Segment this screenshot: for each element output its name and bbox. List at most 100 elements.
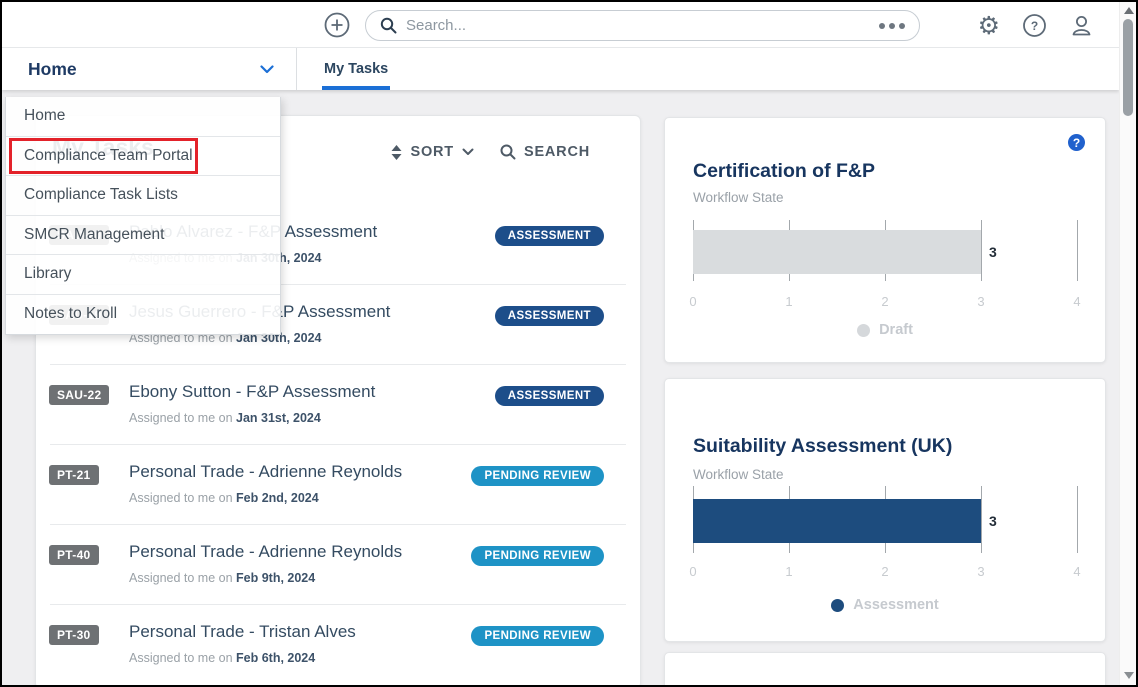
chart-plot-area — [693, 486, 1077, 553]
menu-item-library[interactable]: Library — [6, 255, 280, 295]
svg-text:?: ? — [1031, 19, 1038, 33]
sort-button[interactable]: SORT — [391, 144, 473, 160]
vertical-scrollbar[interactable] — [1119, 2, 1136, 685]
axis-tick-label: 1 — [785, 294, 792, 309]
task-status-badge: ASSESSMENT — [495, 226, 604, 246]
task-status-badge: PENDING REVIEW — [471, 626, 604, 646]
menu-item-label: Compliance Task Lists — [24, 186, 178, 204]
search-icon — [500, 144, 516, 160]
scrollbar-thumb[interactable] — [1123, 19, 1133, 116]
axis-tick-line — [1077, 220, 1078, 281]
menu-item-label: Compliance Team Portal — [24, 147, 193, 165]
chart-title: Certification of F&P — [693, 160, 875, 183]
user-icon — [1069, 13, 1094, 38]
axis-tick-label: 3 — [977, 294, 984, 309]
search-input[interactable] — [406, 17, 879, 34]
sort-arrows-icon — [391, 145, 402, 160]
chart-bar — [693, 230, 981, 274]
task-status-badge: ASSESSMENT — [495, 306, 604, 326]
chart-help-icon[interactable]: ? — [1068, 134, 1085, 151]
menu-item-home[interactable]: Home — [6, 97, 280, 137]
scroll-down-icon[interactable] — [1124, 672, 1134, 679]
task-row[interactable]: PT-40 Personal Trade - Adrienne Reynolds A… — [36, 531, 640, 611]
bar-value-label: 3 — [989, 513, 997, 529]
menu-item-label: Library — [24, 265, 71, 283]
task-assigned-date: Assigned to me on Feb 6th, 2024 — [129, 651, 315, 665]
task-id-badge: PT-30 — [49, 625, 99, 645]
axis-tick-label: 0 — [689, 294, 696, 309]
legend-dot-icon — [831, 599, 844, 612]
menu-item-label: Notes to Kroll — [24, 305, 117, 323]
tab-my-tasks[interactable]: My Tasks — [310, 48, 402, 90]
chevron-down-icon — [260, 65, 274, 74]
menu-item-label: SMCR Management — [24, 226, 164, 244]
search-icon — [380, 17, 397, 34]
menu-item-notes-to-kroll[interactable]: Notes to Kroll — [6, 295, 280, 335]
chart-legend: Draft — [665, 322, 1105, 338]
task-id-badge: PT-40 — [49, 545, 99, 565]
legend-label: Assessment — [853, 597, 938, 613]
bar-value-label: 3 — [989, 244, 997, 260]
menu-item-label: Home — [24, 107, 65, 125]
scroll-up-icon[interactable] — [1124, 7, 1134, 14]
task-assigned-date: Assigned to me on Feb 9th, 2024 — [129, 571, 315, 585]
task-status-badge: PENDING REVIEW — [471, 466, 604, 486]
plus-circle-icon — [324, 12, 350, 38]
top-bar: ⚙ ? — [2, 2, 1119, 48]
home-dropdown[interactable]: Home — [2, 48, 297, 90]
settings-button[interactable]: ⚙ — [978, 13, 1000, 38]
chart-plot-area — [693, 220, 1077, 281]
chart-card-partial — [664, 652, 1106, 687]
task-title: Personal Trade - Adrienne Reynolds — [129, 542, 402, 562]
profile-button[interactable] — [1069, 13, 1094, 38]
task-status-badge: ASSESSMENT — [495, 386, 604, 406]
search-options-icon[interactable] — [879, 23, 905, 29]
axis-tick-label: 1 — [785, 564, 792, 579]
question-circle-icon: ? — [1022, 13, 1047, 38]
search-tasks-label: SEARCH — [524, 144, 590, 160]
task-id-badge: PT-21 — [49, 465, 99, 485]
nav-bar: Home My Tasks — [2, 48, 1119, 90]
axis-tick-label: 4 — [1073, 564, 1080, 579]
chart-legend: Assessment — [665, 597, 1105, 613]
global-search-bar[interactable] — [365, 10, 920, 41]
sort-label: SORT — [410, 144, 453, 160]
task-title: Ebony Sutton - F&P Assessment — [129, 382, 375, 402]
tab-my-tasks-label: My Tasks — [324, 61, 388, 77]
menu-item-compliance-task-lists[interactable]: Compliance Task Lists — [6, 176, 280, 216]
app-window: ⚙ ? Home My Tasks — [0, 0, 1138, 687]
task-assigned-date: Assigned to me on Jan 31st, 2024 — [129, 411, 321, 425]
chart-card-suitability: Suitability Assessment (UK) Workflow Stat… — [664, 378, 1106, 642]
axis-tick-line — [981, 220, 982, 281]
help-button[interactable]: ? — [1022, 13, 1047, 38]
axis-tick-label: 0 — [689, 564, 696, 579]
chart-card-certification: ? Certification of F&P Workflow State 0 1 2 3 4… — [664, 117, 1106, 363]
legend-dot-icon — [857, 324, 870, 337]
home-dropdown-menu: Home Compliance Team Portal Compliance Tas… — [5, 97, 281, 335]
task-title: Personal Trade - Tristan Alves — [129, 622, 356, 642]
axis-tick-line — [1077, 486, 1078, 553]
task-assigned-date: Assigned to me on Feb 2nd, 2024 — [129, 491, 319, 505]
task-row[interactable]: PT-30 Personal Trade - Tristan Alves Assig… — [36, 611, 640, 687]
menu-item-smcr-management[interactable]: SMCR Management — [6, 216, 280, 256]
chart-subtitle: Workflow State — [693, 467, 784, 482]
task-row[interactable]: PT-21 Personal Trade - Adrienne Reynolds A… — [36, 451, 640, 531]
axis-tick-label: 2 — [881, 564, 888, 579]
task-status-badge: PENDING REVIEW — [471, 546, 604, 566]
axis-tick-label: 4 — [1073, 294, 1080, 309]
home-dropdown-label: Home — [28, 59, 77, 80]
active-tab-indicator — [322, 86, 390, 90]
add-button[interactable] — [324, 12, 350, 38]
task-row[interactable]: SAU-22Ebony Sutton - F&P AssessmentAssig… — [36, 371, 640, 451]
menu-item-compliance-team-portal[interactable]: Compliance Team Portal — [6, 137, 280, 177]
axis-tick-label: 2 — [881, 294, 888, 309]
chart-title: Suitability Assessment (UK) — [693, 435, 952, 458]
chart-bar — [693, 499, 981, 543]
chevron-down-icon — [462, 148, 474, 156]
axis-tick-line — [981, 486, 982, 553]
axis-tick-label: 3 — [977, 564, 984, 579]
search-tasks-button[interactable]: SEARCH — [500, 144, 590, 160]
gear-icon: ⚙ — [978, 13, 1000, 38]
task-title: Personal Trade - Adrienne Reynolds — [129, 462, 402, 482]
chart-subtitle: Workflow State — [693, 190, 784, 205]
